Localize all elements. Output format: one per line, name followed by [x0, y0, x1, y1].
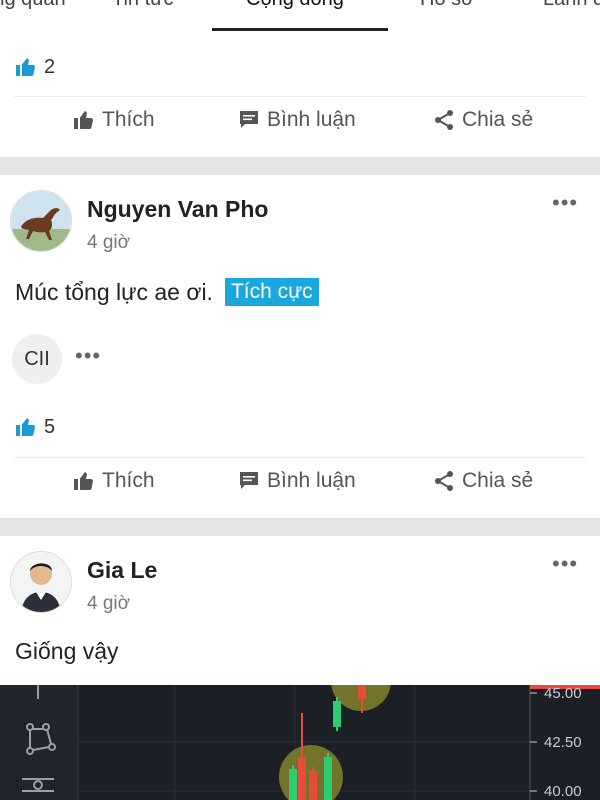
tab-profile[interactable]: Hồ sơ [420, 0, 474, 11]
thumbs-up-icon [74, 111, 93, 129]
more-dots-icon[interactable]: ••• [75, 343, 101, 369]
separator [14, 457, 586, 458]
like-label: Thích [102, 469, 155, 492]
thumbs-up-icon [74, 472, 93, 490]
price-label: 40.00 [544, 783, 582, 800]
separator [14, 96, 586, 97]
share-icon [435, 110, 453, 130]
share-icon [435, 471, 453, 491]
post-content: Múc tổng lực ae ơi. Tích cực [15, 278, 319, 306]
candlestick-chart: 45.00 42.50 40.00 [0, 685, 600, 800]
tab-community[interactable]: Cộng đồng [246, 0, 344, 11]
comment-icon [240, 111, 258, 128]
horse-avatar-image [11, 191, 71, 251]
attached-chart-image[interactable]: 45.00 42.50 40.00 [0, 685, 600, 800]
person-avatar-image [11, 552, 71, 612]
share-label: Chia sẻ [462, 469, 534, 492]
post-author[interactable]: Gia Le [87, 557, 157, 584]
comment-label: Bình luận [267, 469, 356, 492]
share-button[interactable]: Chia sẻ [432, 469, 533, 493]
post-author[interactable]: Nguyen Van Pho [87, 196, 268, 223]
avatar[interactable] [10, 190, 72, 252]
like-label: Thích [102, 108, 155, 131]
post-divider [0, 518, 600, 536]
like-button[interactable]: Thích [72, 108, 155, 132]
more-dots-icon[interactable]: ••• [552, 190, 578, 216]
comment-label: Bình luận [267, 108, 356, 131]
comment-button[interactable]: Bình luận [237, 108, 356, 132]
post-text: Múc tổng lực ae ơi. [15, 278, 213, 305]
comment-icon [240, 472, 258, 489]
price-axis: 45.00 42.50 40.00 [530, 685, 582, 800]
tab-news[interactable]: Tin tức [112, 0, 174, 11]
tab-overview[interactable]: Tổng quan [0, 0, 66, 11]
thumbs-up-icon [16, 58, 35, 76]
like-count-value: 5 [44, 415, 56, 438]
post-actions: Thích Bình luận Chia sẻ [0, 108, 600, 148]
like-button[interactable]: Thích [72, 469, 155, 493]
tab-leaders[interactable]: Lãnh đạo [543, 0, 600, 11]
avatar[interactable] [10, 551, 72, 613]
more-dots-icon[interactable]: ••• [552, 551, 578, 577]
post-time: 4 giờ [87, 232, 131, 253]
price-label: 42.50 [544, 734, 582, 751]
post-actions: Thích Bình luận Chia sẻ [0, 469, 600, 509]
post-content: Giống vậy [15, 638, 119, 665]
comment-button[interactable]: Bình luận [237, 469, 356, 493]
post-text: Giống vậy [15, 638, 119, 664]
price-label: 45.00 [544, 685, 582, 702]
top-tab-bar: Tổng quan Tin tức Cộng đồng Hồ sơ Lãnh đ… [0, 0, 600, 32]
sentiment-tag[interactable]: Tích cực [224, 278, 319, 306]
like-count[interactable]: 5 [14, 415, 55, 439]
share-button[interactable]: Chia sẻ [432, 108, 533, 132]
post-time: 4 giờ [87, 593, 131, 614]
thumbs-up-icon [16, 418, 35, 436]
ticker-chip[interactable]: CII [12, 334, 62, 384]
post-divider [0, 157, 600, 175]
like-count[interactable]: 2 [14, 55, 55, 79]
like-count-value: 2 [44, 55, 56, 78]
share-label: Chia sẻ [462, 108, 534, 131]
active-tab-indicator [212, 28, 388, 31]
